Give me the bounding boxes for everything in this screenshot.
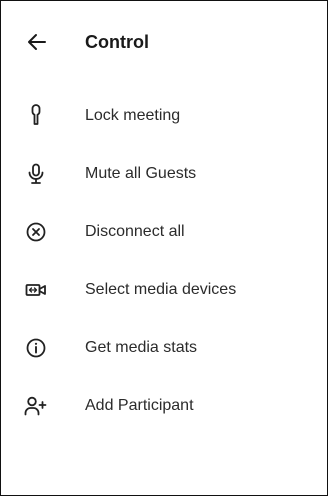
mute-all-guests-label: Mute all Guests — [85, 165, 197, 182]
lock-meeting-label: Lock meeting — [85, 107, 181, 124]
get-media-stats-label: Get media stats — [85, 339, 198, 356]
add-participant-item[interactable]: Add Participant — [1, 377, 327, 435]
control-menu: Lock meeting Mute all Guests Disconnect … — [1, 87, 327, 435]
lock-icon — [23, 103, 49, 129]
select-media-devices-label: Select media devices — [85, 281, 237, 298]
add-participant-label: Add Participant — [85, 397, 194, 414]
control-panel: Control Lock meeting Mute all Guests Dis… — [0, 0, 328, 496]
mute-all-guests-item[interactable]: Mute all Guests — [1, 145, 327, 203]
panel-header: Control — [1, 15, 327, 67]
arrow-left-icon — [28, 34, 46, 50]
lock-meeting-item[interactable]: Lock meeting — [1, 87, 327, 145]
back-button[interactable] — [23, 28, 51, 56]
add-person-icon — [23, 393, 49, 419]
page-title: Control — [85, 32, 149, 52]
disconnect-all-item[interactable]: Disconnect all — [1, 203, 327, 261]
microphone-icon — [23, 161, 49, 187]
info-icon — [23, 335, 49, 361]
disconnect-all-label: Disconnect all — [85, 223, 185, 240]
close-circle-icon — [23, 219, 49, 245]
select-media-devices-item[interactable]: Select media devices — [1, 261, 327, 319]
camera-devices-icon — [23, 277, 49, 303]
get-media-stats-item[interactable]: Get media stats — [1, 319, 327, 377]
